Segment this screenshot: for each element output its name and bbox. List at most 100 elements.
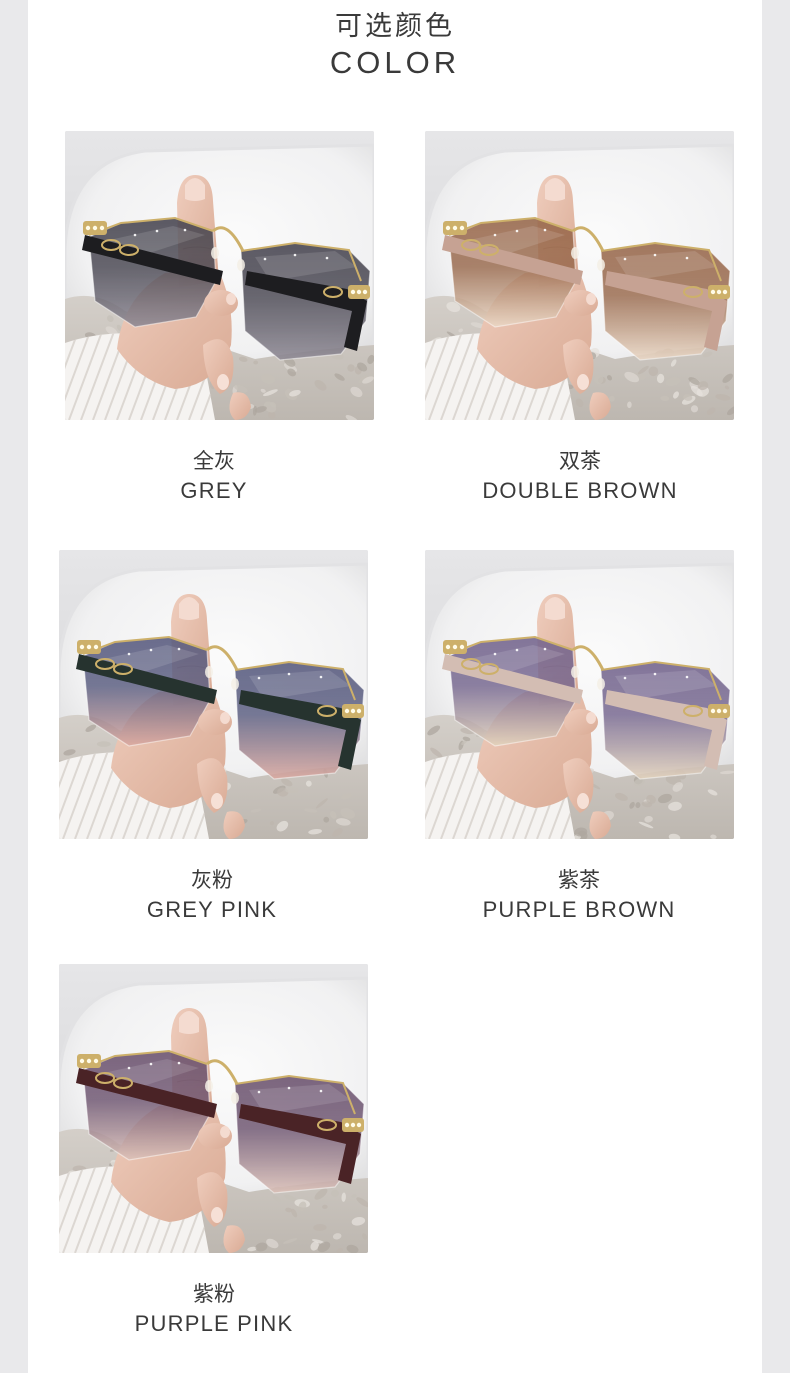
thumb-nail: [577, 793, 589, 809]
lens-dot: [149, 1062, 153, 1066]
lens-dot: [685, 675, 689, 679]
lens-dot: [257, 676, 261, 680]
color-name-cn: 紫茶: [558, 868, 600, 892]
product-photo-purple-pink: [59, 964, 368, 1253]
nose-pad: [231, 1092, 239, 1104]
rhinestone: [356, 708, 362, 714]
lens-dot: [287, 1086, 291, 1090]
middle-fingernail: [220, 712, 230, 724]
lens-dot: [515, 648, 519, 652]
color-name-en: GREY: [180, 478, 248, 503]
color-name-en: PURPLE BROWN: [482, 897, 676, 922]
fingernail: [545, 178, 565, 201]
nose-pad: [211, 247, 219, 259]
color-label-grey: 全灰 GREY: [54, 446, 374, 506]
rhinestone: [79, 1058, 85, 1064]
product-photo-purple-brown: [425, 550, 734, 839]
section-header: 可选颜色 COLOR: [28, 9, 762, 81]
thumb-nail: [217, 374, 229, 390]
photo-scene: [425, 131, 734, 420]
lens-dot: [127, 652, 131, 656]
color-name-cn: 双茶: [559, 449, 601, 473]
color-name-cn: 全灰: [193, 449, 235, 473]
rhinestone: [459, 644, 465, 650]
nose-pad: [237, 259, 245, 271]
rhinestone: [79, 644, 85, 650]
color-name-en: DOUBLE BROWN: [482, 478, 678, 503]
rhinestone: [452, 644, 458, 650]
photo-scene: [65, 131, 374, 420]
lens-dot: [287, 672, 291, 676]
thumb-nail: [577, 374, 589, 390]
middle-fingernail: [226, 293, 236, 305]
rhinestone: [344, 708, 350, 714]
fingernail: [545, 597, 565, 620]
thumb-nail: [211, 793, 223, 809]
lens-dot: [319, 675, 323, 679]
product-photo-double-brown: [425, 131, 734, 420]
photo-scene: [59, 550, 368, 839]
nose-pad: [205, 1080, 213, 1092]
nose-pad: [205, 666, 213, 678]
photo-scene: [425, 550, 734, 839]
section-title-en: COLOR: [329, 45, 461, 80]
color-label-purple-pink: 紫粉 PURPLE PINK: [54, 1279, 374, 1339]
rhinestone: [362, 289, 368, 295]
rhinestone: [86, 644, 92, 650]
lens-dot: [127, 1066, 131, 1070]
right-side-bar: [762, 0, 790, 1373]
lens-dot: [543, 647, 547, 651]
nose-pad: [571, 247, 579, 259]
lens-dot: [515, 229, 519, 233]
section-title-cn: 可选颜色: [335, 11, 455, 42]
lens-dot: [493, 652, 497, 656]
rhinestone: [344, 1122, 350, 1128]
lens-dot: [293, 253, 297, 257]
rhinestone: [452, 225, 458, 231]
lens-dot: [623, 676, 627, 680]
fingernail: [179, 1011, 199, 1034]
rhinestone: [85, 225, 91, 231]
lens-dot: [155, 229, 159, 233]
lens-dot: [653, 672, 657, 676]
color-label-purple-brown: 紫茶 PURPLE BROWN: [419, 865, 739, 925]
lens-dot: [493, 233, 497, 237]
rhinestone: [86, 1058, 92, 1064]
rhinestone: [716, 708, 722, 714]
rhinestone: [459, 225, 465, 231]
product-photo-grey-pink: [59, 550, 368, 839]
color-name-en: GREY PINK: [146, 897, 278, 922]
middle-fingernail: [586, 712, 596, 724]
nose-pad: [231, 678, 239, 690]
rhinestone: [710, 289, 716, 295]
lens-dot: [133, 233, 137, 237]
rhinestone: [350, 289, 356, 295]
rhinestone: [445, 644, 451, 650]
color-name-cn: 紫粉: [193, 1282, 235, 1306]
rhinestone: [710, 708, 716, 714]
rhinestone: [716, 289, 722, 295]
rhinestone: [445, 225, 451, 231]
lens-dot: [257, 1090, 261, 1094]
rhinestone: [93, 644, 99, 650]
color-name-cn: 灰粉: [191, 868, 233, 892]
nose-pad: [571, 666, 579, 678]
left-side-bar: [0, 0, 28, 1373]
rhinestone: [93, 1058, 99, 1064]
thumb-nail: [211, 1207, 223, 1223]
rhinestone: [92, 225, 98, 231]
nose-pad: [597, 259, 605, 271]
fingernail: [185, 178, 205, 201]
lens-dot: [263, 257, 267, 261]
lens-dot: [149, 648, 153, 652]
rhinestone: [99, 225, 105, 231]
fingernail: [179, 597, 199, 620]
middle-fingernail: [586, 293, 596, 305]
color-name-en: PURPLE PINK: [134, 1311, 294, 1336]
lens-dot: [319, 1089, 323, 1093]
product-photo-grey: [65, 131, 374, 420]
middle-fingernail: [220, 1126, 230, 1138]
lens-dot: [183, 228, 187, 232]
lens-dot: [177, 1061, 181, 1065]
rhinestone: [350, 1122, 356, 1128]
